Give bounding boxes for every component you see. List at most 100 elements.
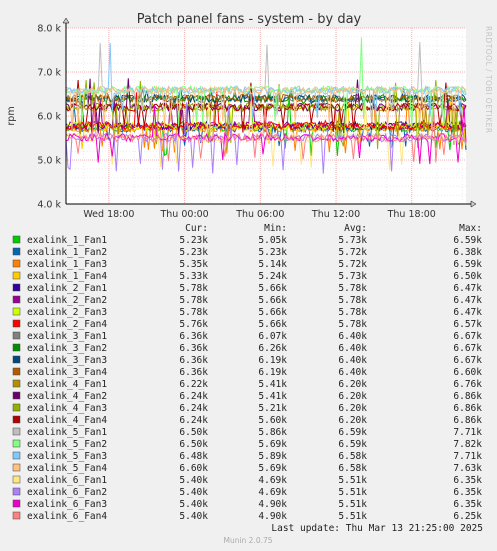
legend-min-value: 5.24k [258, 271, 287, 282]
legend-cur-value: 5.78k [179, 307, 208, 318]
chart-title: Patch panel fans - system - by day [137, 12, 362, 27]
y-tick-label: 6.0 k [37, 112, 61, 123]
legend-series-name: exalink_3_Fan1 [27, 331, 107, 342]
legend-max-value: 7.71k [453, 451, 482, 462]
legend-swatch [12, 511, 21, 520]
legend-cur-value: 6.24k [179, 415, 208, 426]
legend-series-name: exalink_1_Fan4 [27, 271, 107, 282]
legend-avg-value: 6.40k [338, 331, 367, 342]
y-tick-label: 5.0 k [37, 156, 61, 167]
legend-max-value: 7.71k [453, 427, 482, 438]
legend-cur-value: 6.22k [179, 379, 208, 390]
legend-series-name: exalink_5_Fan2 [27, 439, 107, 450]
legend-min-value: 5.21k [258, 403, 287, 414]
legend-min-value: 5.66k [258, 295, 287, 306]
legend-swatch [12, 247, 21, 256]
legend-swatch [12, 355, 21, 364]
chart: Patch panel fans - system - by day RRDTO… [0, 0, 497, 551]
x-tick-label: Wed 18:00 [83, 209, 134, 220]
legend-max-value: 6.35k [453, 475, 482, 486]
legend-series-name: exalink_3_Fan4 [27, 367, 107, 378]
legend-cur-value: 6.24k [179, 391, 208, 402]
legend-series-name: exalink_1_Fan1 [27, 235, 107, 246]
legend-avg-value: 6.20k [338, 415, 367, 426]
legend-cur-value: 5.78k [179, 295, 208, 306]
legend-swatch [12, 475, 21, 484]
legend-max-value: 6.57k [453, 319, 482, 330]
legend-max-value: 6.38k [453, 247, 482, 258]
rrdtool-credit: RRDTOOL / TOBI OETIKER [484, 26, 493, 134]
legend-max-value: 6.67k [453, 355, 482, 366]
x-tick-label: Thu 06:00 [235, 209, 284, 220]
legend-avg-value: 6.20k [338, 391, 367, 402]
legend-max-value: 6.59k [453, 259, 482, 270]
legend-avg-value: 6.20k [338, 403, 367, 414]
legend-series-name: exalink_1_Fan2 [27, 247, 107, 258]
legend-avg-value: 5.51k [338, 511, 367, 522]
legend-cur-value: 6.36k [179, 355, 208, 366]
legend-avg-value: 6.59k [338, 439, 367, 450]
legend-max-value: 6.47k [453, 307, 482, 318]
legend-avg-value: 5.51k [338, 475, 367, 486]
legend-cur-value: 6.24k [179, 403, 208, 414]
legend-header-avg: Avg: [344, 223, 367, 234]
munin-version: Munin 2.0.75 [223, 536, 272, 545]
legend-max-value: 6.76k [453, 379, 482, 390]
legend-series-name: exalink_3_Fan3 [27, 355, 107, 366]
legend-series-name: exalink_4_Fan1 [27, 379, 107, 390]
legend-max-value: 6.86k [453, 415, 482, 426]
legend-swatch [12, 439, 21, 448]
legend-swatch [12, 379, 21, 388]
y-axis-label: rpm [6, 106, 17, 125]
legend-min-value: 5.05k [258, 235, 287, 246]
legend-cur-value: 6.36k [179, 367, 208, 378]
legend-avg-value: 6.40k [338, 367, 367, 378]
legend-min-value: 5.86k [258, 427, 287, 438]
legend-min-value: 5.69k [258, 439, 287, 450]
legend-cur-value: 5.35k [179, 259, 208, 270]
legend-min-value: 5.14k [258, 259, 287, 270]
legend-max-value: 6.35k [453, 487, 482, 498]
legend-min-value: 5.66k [258, 307, 287, 318]
legend-avg-value: 5.51k [338, 499, 367, 510]
legend-swatch [12, 403, 21, 412]
legend-swatch [12, 295, 21, 304]
legend-avg-value: 6.59k [338, 427, 367, 438]
legend-avg-value: 5.78k [338, 319, 367, 330]
legend-avg-value: 5.78k [338, 307, 367, 318]
legend-cur-value: 6.60k [179, 463, 208, 474]
legend-header-min: Min: [264, 223, 287, 234]
last-update: Last update: Thu Mar 13 21:25:00 2025 [271, 523, 483, 534]
legend-max-value: 7.82k [453, 439, 482, 450]
legend-min-value: 4.90k [258, 499, 287, 510]
legend-series-name: exalink_6_Fan3 [27, 499, 107, 510]
legend-cur-value: 5.78k [179, 283, 208, 294]
legend-swatch [12, 259, 21, 268]
legend-avg-value: 6.40k [338, 355, 367, 366]
legend-series-name: exalink_2_Fan1 [27, 283, 107, 294]
legend-series-name: exalink_4_Fan3 [27, 403, 107, 414]
legend-series-name: exalink_2_Fan4 [27, 319, 107, 330]
legend-cur-value: 5.40k [179, 499, 208, 510]
legend-avg-value: 5.78k [338, 295, 367, 306]
legend-swatch [12, 307, 21, 316]
legend-max-value: 7.63k [453, 463, 482, 474]
legend-min-value: 6.19k [258, 355, 287, 366]
legend-min-value: 5.41k [258, 391, 287, 402]
legend-avg-value: 5.51k [338, 487, 367, 498]
legend-max-value: 6.50k [453, 271, 482, 282]
legend-avg-value: 6.40k [338, 343, 367, 354]
legend-max-value: 6.60k [453, 367, 482, 378]
legend-min-value: 5.41k [258, 379, 287, 390]
legend-series-name: exalink_4_Fan4 [27, 415, 107, 426]
legend-min-value: 5.69k [258, 463, 287, 474]
legend-min-value: 4.90k [258, 511, 287, 522]
y-tick-label: 8.0 k [37, 24, 61, 35]
legend-swatch [12, 235, 21, 244]
x-tick-label: Thu 18:00 [387, 209, 436, 220]
x-tick-label: Thu 00:00 [159, 209, 208, 220]
legend-min-value: 6.19k [258, 367, 287, 378]
legend-max-value: 6.86k [453, 391, 482, 402]
legend-series-name: exalink_1_Fan3 [27, 259, 107, 270]
legend-series-name: exalink_2_Fan2 [27, 295, 107, 306]
